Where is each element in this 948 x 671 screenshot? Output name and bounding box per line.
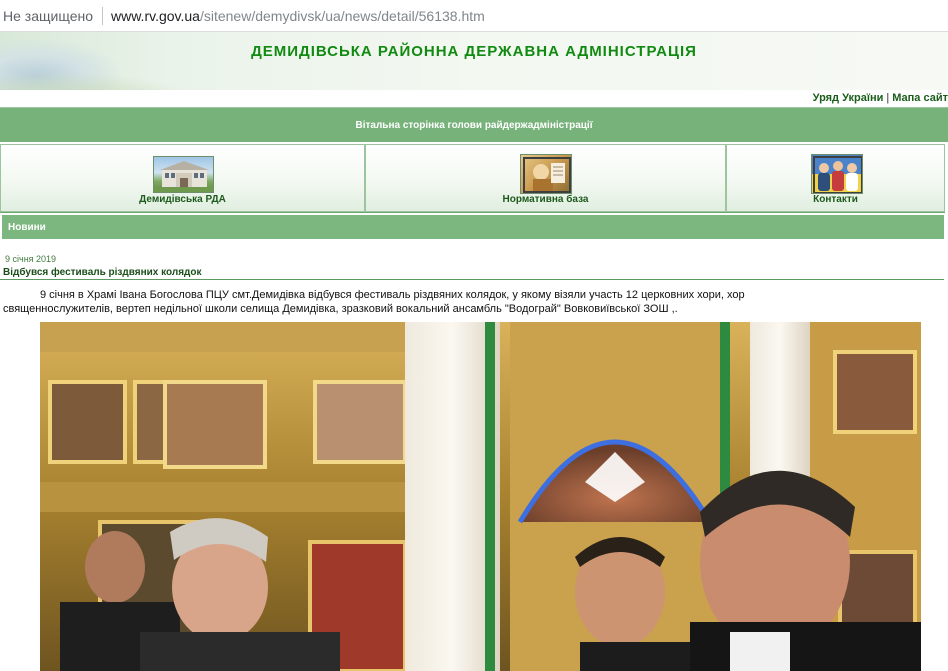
news-title-underline bbox=[0, 279, 944, 280]
nav-item-regulations[interactable]: Нормативна база bbox=[365, 144, 726, 212]
site-header-banner: ДЕМИДІВСЬКА РАЙОННА ДЕРЖАВНА АДМІНІСТРАЦ… bbox=[0, 32, 948, 90]
site-title: ДЕМИДІВСЬКА РАЙОННА ДЕРЖАВНА АДМІНІСТРАЦ… bbox=[251, 43, 697, 60]
news-title: Відбувся фестиваль різдвяних колядок bbox=[3, 267, 202, 278]
documents-photo-icon[interactable] bbox=[520, 154, 572, 194]
link-separator: | bbox=[886, 92, 890, 104]
building-photo-icon[interactable] bbox=[153, 156, 214, 193]
nav-item-contacts[interactable]: Контакти bbox=[726, 144, 945, 212]
section-title[interactable]: Новини bbox=[8, 222, 46, 233]
nav-label-contacts[interactable]: Контакти bbox=[727, 194, 944, 205]
news-body-line-1: 9 січня в Храмі Івана Богослова ПЦУ смт.… bbox=[40, 289, 745, 301]
top-links: Уряд України | Мапа сайт bbox=[813, 92, 948, 108]
nav-item-rda[interactable]: Демидівська РДА bbox=[0, 144, 365, 212]
news-body-line-2: священнослужителів, вертеп недільної шко… bbox=[3, 303, 678, 315]
address-bar[interactable]: Не защищено www.rv.gov.ua/sitenew/demydi… bbox=[0, 0, 948, 32]
section-header-news[interactable]: Новини bbox=[2, 215, 944, 239]
contacts-people-icon[interactable] bbox=[811, 154, 863, 194]
news-body: 9 січня в Храмі Івана Богослова ПЦУ смт.… bbox=[3, 288, 843, 316]
news-date: 9 січня 2019 bbox=[5, 254, 57, 264]
welcome-page-link[interactable]: Вітальна сторінка голови райдержадмініст… bbox=[0, 108, 948, 142]
address-divider bbox=[102, 6, 103, 25]
news-photo bbox=[40, 322, 921, 671]
nav-label-rda[interactable]: Демидівська РДА bbox=[1, 194, 364, 205]
url-path[interactable]: /sitenew/demydivsk/ua/news/detail/56138.… bbox=[200, 8, 485, 24]
url-host[interactable]: www.rv.gov.ua bbox=[111, 8, 200, 24]
nav-label-regulations[interactable]: Нормативна база bbox=[366, 194, 725, 205]
security-indicator[interactable]: Не защищено bbox=[3, 8, 93, 24]
welcome-page-label[interactable]: Вітальна сторінка голови райдержадмініст… bbox=[355, 120, 592, 131]
icon-navigation: Демидівська РДА Нормативна база Контакти bbox=[0, 144, 945, 213]
link-sitemap[interactable]: Мапа сайт bbox=[892, 92, 948, 104]
banner-landscape-decoration bbox=[0, 72, 200, 90]
link-government[interactable]: Уряд України bbox=[813, 92, 884, 104]
